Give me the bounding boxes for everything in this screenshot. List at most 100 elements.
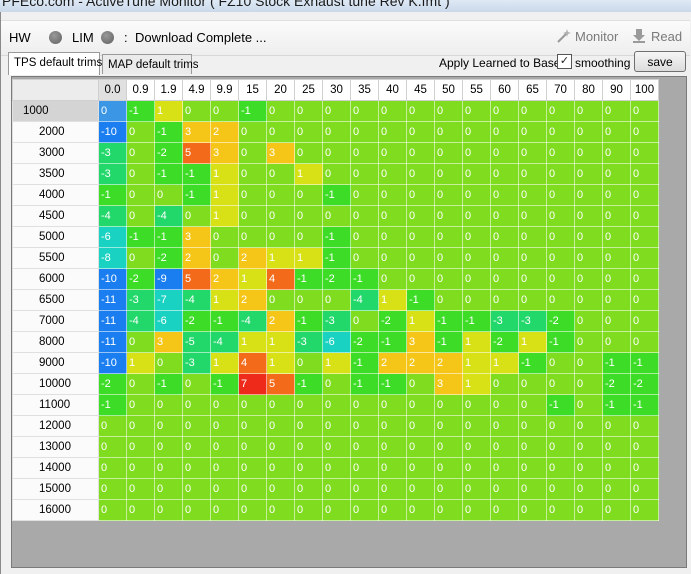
trim-cell[interactable]: 0 <box>630 499 659 521</box>
column-header[interactable]: 45 <box>406 79 435 101</box>
trim-cell[interactable]: 0 <box>490 373 519 395</box>
trim-cell[interactable]: -1 <box>434 310 463 332</box>
trim-cell[interactable]: -3 <box>294 331 323 353</box>
trim-cell[interactable]: -3 <box>126 289 155 311</box>
trim-cell[interactable]: 0 <box>518 100 547 122</box>
trim-cell[interactable]: -1 <box>630 352 659 374</box>
trim-cell[interactable]: 0 <box>182 415 211 437</box>
column-header[interactable]: 80 <box>574 79 603 101</box>
trim-cell[interactable]: 0 <box>462 436 491 458</box>
row-header[interactable]: 4500 <box>12 205 99 227</box>
trim-cell[interactable]: 0 <box>434 163 463 185</box>
trim-cell[interactable]: 0 <box>126 331 155 353</box>
column-header[interactable]: 15 <box>238 79 267 101</box>
trim-cell[interactable]: 0 <box>378 499 407 521</box>
trim-cell[interactable]: -4 <box>154 205 183 227</box>
trim-cell[interactable]: -1 <box>546 331 575 353</box>
trim-cell[interactable]: 0 <box>378 394 407 416</box>
trim-cell[interactable]: 0 <box>434 247 463 269</box>
trim-cell[interactable]: 0 <box>518 457 547 479</box>
trim-cell[interactable]: 3 <box>182 226 211 248</box>
trim-cell[interactable]: 0 <box>322 289 351 311</box>
trim-cell[interactable]: 0 <box>126 373 155 395</box>
trim-cell[interactable]: 0 <box>406 247 435 269</box>
column-header[interactable]: 50 <box>434 79 463 101</box>
trim-cell[interactable]: -1 <box>126 226 155 248</box>
trim-cell[interactable]: 0 <box>434 226 463 248</box>
trim-cell[interactable]: 0 <box>322 457 351 479</box>
trim-cell[interactable]: 0 <box>350 415 379 437</box>
trim-cell[interactable]: 0 <box>322 373 351 395</box>
row-header[interactable]: 1000 <box>12 100 99 122</box>
trim-cell[interactable]: 0 <box>546 373 575 395</box>
trim-cell[interactable]: 0 <box>434 436 463 458</box>
trim-cell[interactable]: 0 <box>602 331 631 353</box>
trim-cell[interactable]: 3 <box>210 142 239 164</box>
trim-cell[interactable]: 0 <box>462 415 491 437</box>
trim-cell[interactable]: -11 <box>98 331 127 353</box>
trim-cell[interactable]: 0 <box>630 184 659 206</box>
trim-cell[interactable]: 0 <box>266 289 295 311</box>
trim-cell[interactable]: 0 <box>546 478 575 500</box>
trim-cell[interactable]: 0 <box>350 478 379 500</box>
trim-cell[interactable]: 0 <box>238 436 267 458</box>
trim-cell[interactable]: 0 <box>266 163 295 185</box>
trim-cell[interactable]: 0 <box>154 499 183 521</box>
trim-cell[interactable]: 1 <box>294 247 323 269</box>
trim-cell[interactable]: 0 <box>518 478 547 500</box>
trim-cell[interactable]: 1 <box>490 352 519 374</box>
row-header[interactable]: 6500 <box>12 289 99 311</box>
row-header[interactable]: 6000 <box>12 268 99 290</box>
trim-cell[interactable]: 0 <box>602 415 631 437</box>
trim-cell[interactable]: 0 <box>490 478 519 500</box>
trim-cell[interactable]: 0 <box>266 478 295 500</box>
trim-cell[interactable]: 0 <box>378 436 407 458</box>
trim-cell[interactable]: 0 <box>574 121 603 143</box>
trim-cell[interactable]: 2 <box>182 247 211 269</box>
trim-cell[interactable]: 0 <box>546 415 575 437</box>
trim-cell[interactable]: 0 <box>490 226 519 248</box>
column-header[interactable]: 0.0 <box>98 79 127 101</box>
column-header[interactable]: 90 <box>602 79 631 101</box>
trim-cell[interactable]: 0 <box>294 394 323 416</box>
trim-cell[interactable]: 0 <box>322 436 351 458</box>
trim-cell[interactable]: 0 <box>574 268 603 290</box>
trim-cell[interactable]: -1 <box>350 373 379 395</box>
trim-cell[interactable]: 1 <box>210 163 239 185</box>
trim-cell[interactable]: 2 <box>406 352 435 374</box>
trim-cell[interactable]: -1 <box>602 394 631 416</box>
trim-cell[interactable]: -3 <box>490 310 519 332</box>
trim-cell[interactable]: -2 <box>602 373 631 395</box>
trim-cell[interactable]: 0 <box>406 268 435 290</box>
trim-cell[interactable]: 0 <box>154 394 183 416</box>
trim-cell[interactable]: 0 <box>462 457 491 479</box>
trim-cell[interactable]: 3 <box>154 331 183 353</box>
trim-cell[interactable]: 0 <box>98 457 127 479</box>
trim-cell[interactable]: 0 <box>518 268 547 290</box>
trim-cell[interactable]: 0 <box>210 415 239 437</box>
trim-cell[interactable]: 0 <box>98 499 127 521</box>
trim-cell[interactable]: 0 <box>126 205 155 227</box>
trim-cell[interactable]: 0 <box>546 436 575 458</box>
trim-cell[interactable]: 7 <box>238 373 267 395</box>
trim-cell[interactable]: 0 <box>406 478 435 500</box>
column-header[interactable]: 40 <box>378 79 407 101</box>
trim-cell[interactable]: 0 <box>406 499 435 521</box>
trim-cell[interactable]: 0 <box>406 205 435 227</box>
trim-cell[interactable]: 1 <box>518 331 547 353</box>
trim-cell[interactable]: 1 <box>210 205 239 227</box>
trim-cell[interactable]: 0 <box>210 436 239 458</box>
trim-cell[interactable]: 0 <box>434 394 463 416</box>
column-header[interactable]: 1.9 <box>154 79 183 101</box>
trim-cell[interactable]: -1 <box>154 226 183 248</box>
trim-cell[interactable]: -10 <box>98 121 127 143</box>
trim-cell[interactable]: 0 <box>546 142 575 164</box>
trim-cell[interactable]: 0 <box>630 289 659 311</box>
trim-cell[interactable]: 1 <box>322 352 351 374</box>
trim-cell[interactable]: 0 <box>630 226 659 248</box>
trim-cell[interactable]: 0 <box>462 247 491 269</box>
trim-cell[interactable]: 0 <box>378 457 407 479</box>
trim-cell[interactable]: 1 <box>462 373 491 395</box>
trim-cell[interactable]: 0 <box>574 478 603 500</box>
trim-cell[interactable]: 0 <box>546 226 575 248</box>
